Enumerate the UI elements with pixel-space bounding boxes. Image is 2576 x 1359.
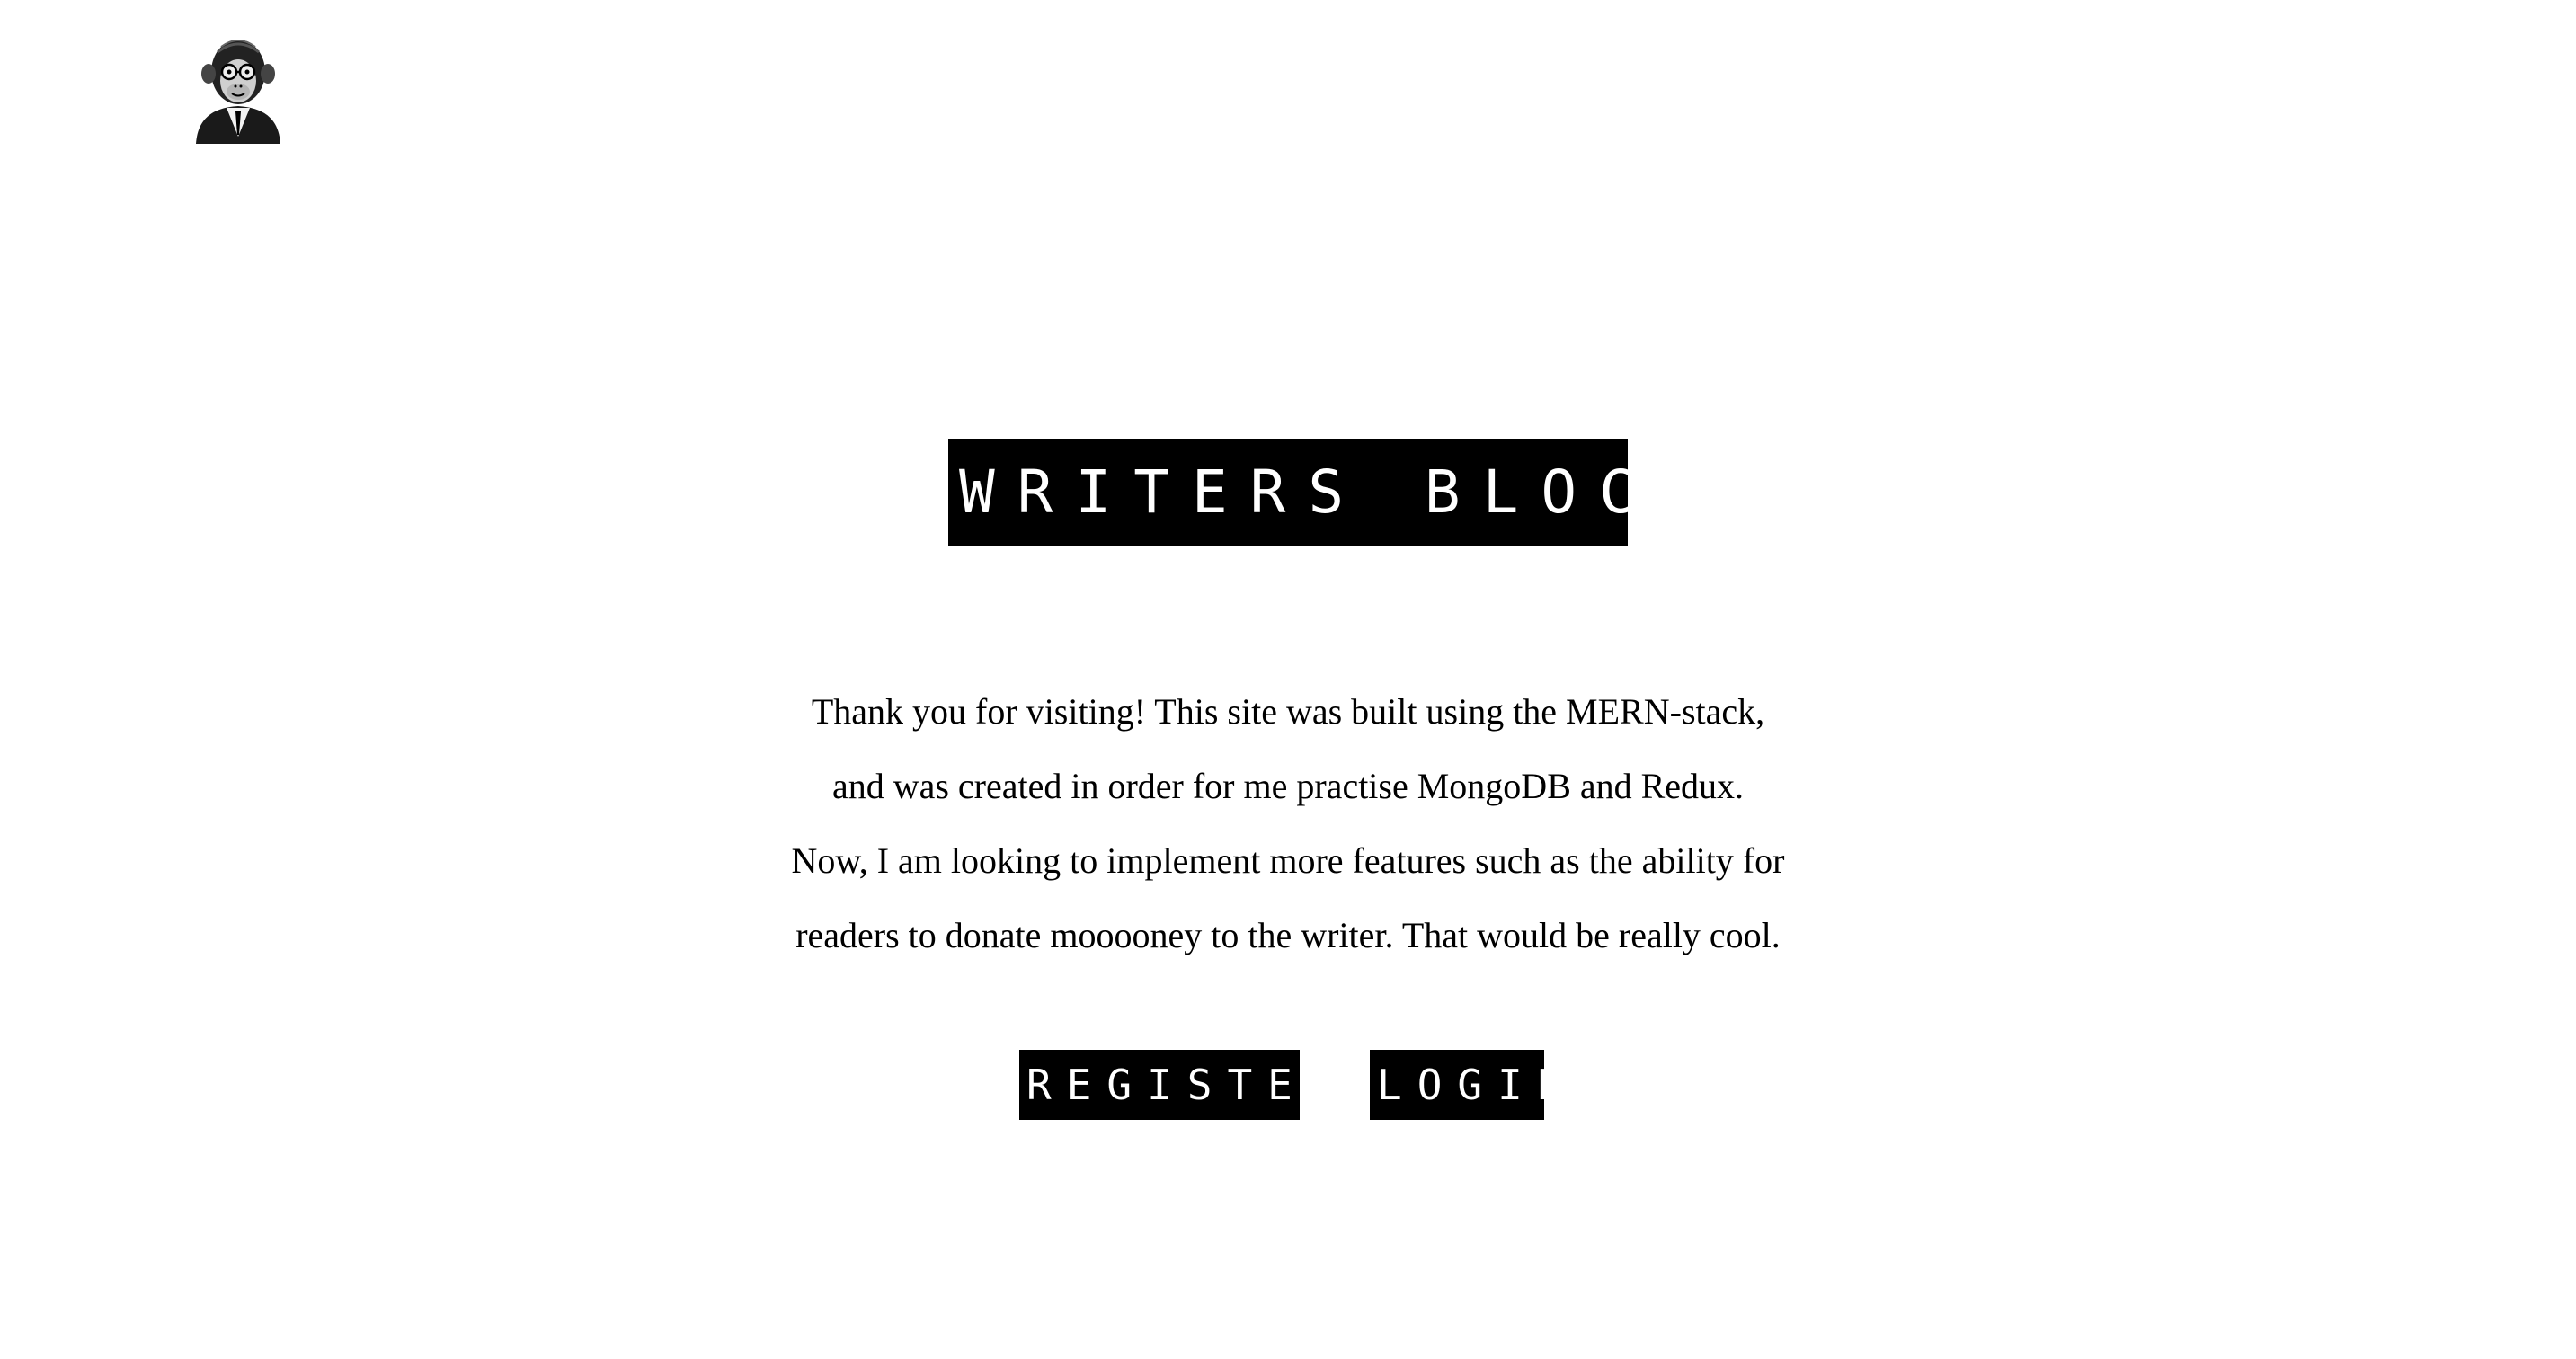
- intro-line: readers to donate mooooney to the writer…: [795, 915, 1781, 955]
- intro-line: Now, I am looking to implement more feat…: [791, 840, 1785, 881]
- intro-text: Thank you for visiting! This site was bu…: [0, 674, 2576, 973]
- auth-actions: REGISTER LOGIN: [0, 1050, 2576, 1120]
- monkey-logo-icon[interactable]: [191, 29, 286, 146]
- intro-line: and was created in order for me practise…: [831, 766, 1745, 806]
- login-button[interactable]: LOGIN: [1370, 1050, 1562, 1120]
- intro-line: Thank you for visiting! This site was bu…: [811, 691, 1765, 732]
- hero-section: WRITERS BLOCK: [0, 439, 2576, 551]
- register-button[interactable]: REGISTER: [1019, 1050, 1333, 1120]
- site-title: WRITERS BLOCK: [948, 439, 1628, 546]
